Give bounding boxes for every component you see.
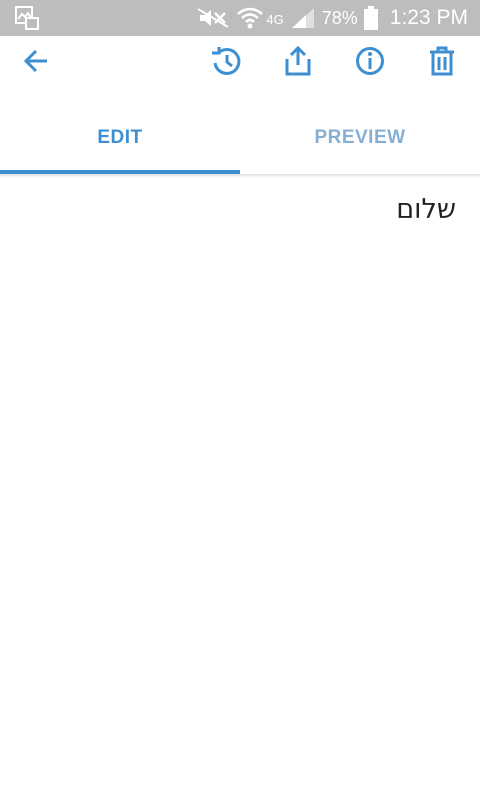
history-icon [210,45,242,77]
gallery-notification-icon [14,5,40,31]
back-button[interactable] [15,40,57,82]
tab-edit[interactable]: EDIT [0,102,240,174]
status-time: 1:23 PM [389,6,468,29]
status-left [14,5,40,31]
status-right: 4G 78% 1:23 PM [196,6,468,30]
network-type: 4G [266,12,284,27]
battery-percent: 78% [321,7,358,28]
signal-icon [290,6,316,30]
share-button[interactable] [277,40,319,82]
share-icon [283,45,313,77]
battery-icon [363,6,378,30]
status-bar: 4G 78% 1:23 PM [0,0,480,36]
wifi-icon [236,6,264,30]
tab-bar: EDIT PREVIEW [0,102,480,174]
delete-icon [428,45,456,77]
editor-text[interactable]: שלום [24,192,456,228]
info-button[interactable] [349,40,391,82]
delete-button[interactable] [421,40,463,82]
back-arrow-icon [22,47,50,75]
action-toolbar [0,36,480,86]
note-editor[interactable]: שלום [0,178,480,800]
tab-preview[interactable]: PREVIEW [240,102,480,174]
mute-icon [196,7,230,29]
history-button[interactable] [205,40,247,82]
info-icon [354,45,386,77]
